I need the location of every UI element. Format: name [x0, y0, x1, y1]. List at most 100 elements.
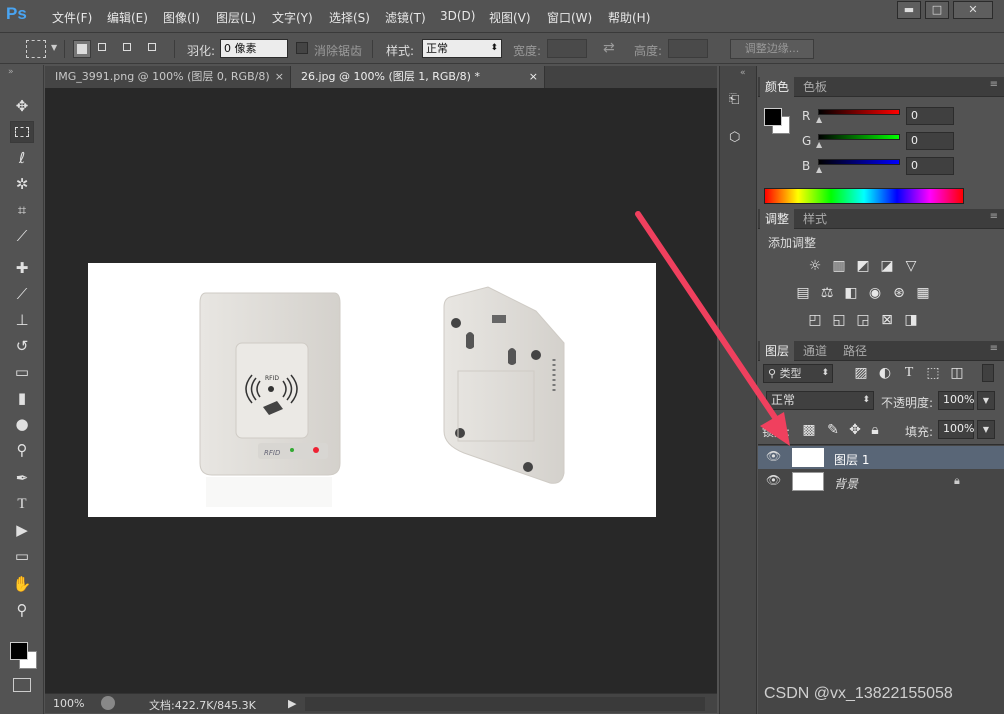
- filter-pixel-icon[interactable]: ▨: [852, 364, 870, 382]
- stamp-tool-icon[interactable]: ⊥: [10, 309, 34, 331]
- pen-tool-icon[interactable]: ✒: [10, 467, 34, 489]
- height-input[interactable]: [668, 39, 708, 58]
- lock-all-icon[interactable]: 🔒︎: [866, 421, 884, 439]
- feather-input[interactable]: 0 像素: [220, 39, 288, 58]
- menu-image[interactable]: 图像(I): [163, 9, 200, 26]
- history-panel-icon[interactable]: ⎗: [729, 92, 749, 112]
- minimize-button[interactable]: ▬: [897, 1, 921, 19]
- g-slider[interactable]: [818, 134, 900, 140]
- menu-layer[interactable]: 图层(L): [216, 9, 256, 26]
- properties-panel-icon[interactable]: ⬡: [729, 130, 749, 150]
- fill-input[interactable]: 100%: [938, 420, 974, 439]
- black-white-icon[interactable]: ◧: [842, 284, 860, 302]
- filter-adjust-icon[interactable]: ◐: [876, 364, 894, 382]
- tab-color[interactable]: 颜色: [760, 77, 795, 97]
- gradient-tool-icon[interactable]: ▮: [10, 387, 34, 409]
- menu-3d[interactable]: 3D(D): [440, 9, 475, 23]
- history-brush-tool-icon[interactable]: ↺: [10, 335, 34, 357]
- color-lookup-icon[interactable]: ▦: [914, 284, 932, 302]
- color-balance-icon[interactable]: ⚖: [818, 284, 836, 302]
- curves-icon[interactable]: ◩: [854, 257, 872, 275]
- menu-view[interactable]: 视图(V): [489, 9, 531, 26]
- hand-tool-icon[interactable]: ✋: [10, 573, 34, 595]
- type-tool-icon[interactable]: T: [10, 493, 34, 515]
- crop-tool-icon[interactable]: ⌗: [10, 199, 34, 221]
- close-tab-icon[interactable]: ×: [275, 66, 284, 88]
- path-selection-tool-icon[interactable]: ▶: [10, 519, 34, 541]
- tab-paths[interactable]: 路径: [838, 341, 872, 361]
- layer-name[interactable]: 图层 1: [834, 451, 869, 468]
- brush-tool-icon[interactable]: ⟋: [10, 283, 34, 305]
- menu-help[interactable]: 帮助(H): [608, 9, 650, 26]
- collapse-icon[interactable]: »: [8, 67, 14, 77]
- subtract-selection-icon[interactable]: [120, 40, 138, 58]
- menu-filter[interactable]: 滤镜(T): [385, 9, 426, 26]
- slider-handle-icon[interactable]: ▲: [816, 115, 822, 124]
- horizontal-scrollbar[interactable]: [305, 697, 705, 711]
- panel-menu-icon[interactable]: ≡: [990, 79, 998, 90]
- close-tab-icon[interactable]: ×: [529, 66, 538, 88]
- b-value-input[interactable]: 0: [906, 157, 954, 175]
- style-select[interactable]: 正常 ⬍: [422, 39, 502, 58]
- opacity-dropdown-icon[interactable]: ▼: [977, 391, 995, 410]
- blur-tool-icon[interactable]: ●: [10, 413, 34, 435]
- quick-mask-icon[interactable]: [13, 678, 31, 692]
- filter-shape-icon[interactable]: ⬚: [924, 364, 942, 382]
- marquee-tool-icon[interactable]: [10, 121, 34, 143]
- add-selection-icon[interactable]: [95, 40, 113, 58]
- document-image[interactable]: RFID RFID: [88, 263, 656, 517]
- menu-window[interactable]: 窗口(W): [547, 9, 592, 26]
- r-value-input[interactable]: 0: [906, 107, 954, 125]
- move-tool-icon[interactable]: ✥: [10, 95, 34, 117]
- eraser-tool-icon[interactable]: ▭: [10, 361, 34, 383]
- menu-type[interactable]: 文字(Y): [272, 9, 313, 26]
- selective-color-icon[interactable]: ⊠: [878, 311, 896, 329]
- tab-img3991[interactable]: IMG_3991.png @ 100% (图层 0, RGB/8) ×: [45, 66, 291, 88]
- fill-dropdown-icon[interactable]: ▼: [977, 420, 995, 439]
- menu-file[interactable]: 文件(F): [52, 9, 92, 26]
- slider-handle-icon[interactable]: ▲: [816, 165, 822, 174]
- antialias-checkbox[interactable]: [296, 42, 308, 54]
- canvas-area[interactable]: RFID RFID: [45, 88, 717, 693]
- vibrance-icon[interactable]: ▽: [902, 257, 920, 275]
- panel-menu-icon[interactable]: ≡: [990, 343, 998, 354]
- slider-handle-icon[interactable]: ▲: [816, 140, 822, 149]
- healing-brush-tool-icon[interactable]: ✚: [10, 257, 34, 279]
- refine-edge-button[interactable]: 调整边缘...: [730, 39, 814, 59]
- filter-type-icon[interactable]: T: [900, 364, 918, 382]
- menu-select[interactable]: 选择(S): [329, 9, 370, 26]
- swap-icon[interactable]: ⇄: [603, 40, 615, 56]
- exposure-icon[interactable]: ◪: [878, 257, 896, 275]
- posterize-icon[interactable]: ◱: [830, 311, 848, 329]
- zoom-level[interactable]: 100%: [53, 697, 84, 710]
- filter-toggle[interactable]: [982, 364, 994, 382]
- g-value-input[interactable]: 0: [906, 132, 954, 150]
- lock-position-icon[interactable]: ✥: [846, 421, 864, 439]
- maximize-button[interactable]: □: [925, 1, 949, 19]
- r-slider[interactable]: [818, 109, 900, 115]
- layer-row[interactable]: 👁︎ 背景 🔒︎: [758, 470, 1004, 493]
- width-input[interactable]: [547, 39, 587, 58]
- channel-mixer-icon[interactable]: ⊛: [890, 284, 908, 302]
- lasso-tool-icon[interactable]: ℓ: [10, 147, 34, 169]
- dodge-tool-icon[interactable]: ⚲: [10, 439, 34, 461]
- preview-icon[interactable]: [101, 696, 115, 710]
- marquee-preset-icon[interactable]: [26, 40, 46, 58]
- visibility-eye-icon[interactable]: 👁︎: [766, 473, 781, 487]
- lock-pixels-icon[interactable]: ✎: [824, 421, 842, 439]
- status-menu-arrow-icon[interactable]: ▶: [288, 697, 296, 710]
- eyedropper-tool-icon[interactable]: ⟋: [10, 225, 34, 247]
- tab-swatches[interactable]: 色板: [798, 77, 832, 97]
- intersect-selection-icon[interactable]: [145, 40, 163, 58]
- zoom-tool-icon[interactable]: ⚲: [10, 599, 34, 621]
- b-slider[interactable]: [818, 159, 900, 165]
- levels-icon[interactable]: ▥: [830, 257, 848, 275]
- threshold-icon[interactable]: ◲: [854, 311, 872, 329]
- layer-name[interactable]: 背景: [834, 475, 858, 492]
- photo-filter-icon[interactable]: ◉: [866, 284, 884, 302]
- opacity-input[interactable]: 100%: [938, 391, 974, 410]
- chevron-down-icon[interactable]: ▼: [51, 43, 57, 52]
- close-window-button[interactable]: ✕: [953, 1, 993, 19]
- new-selection-icon[interactable]: [73, 40, 91, 58]
- collapse-icon[interactable]: «: [740, 68, 746, 78]
